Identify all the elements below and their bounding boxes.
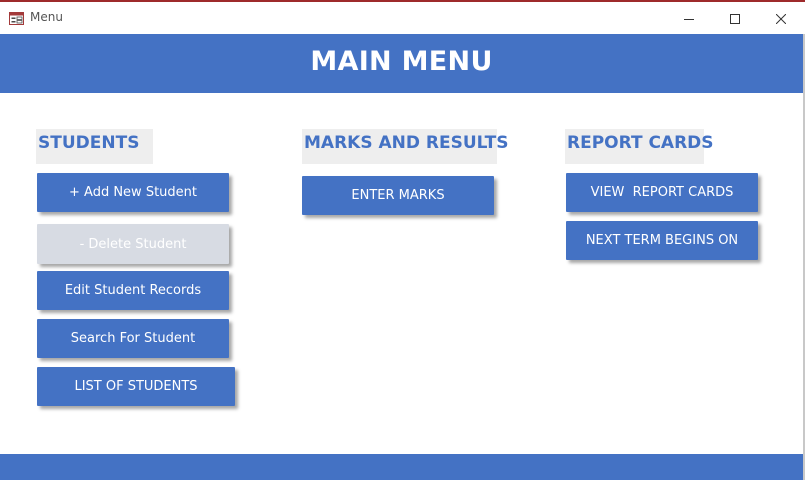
minimize-icon	[684, 19, 694, 20]
enter-marks-button[interactable]: ENTER MARKS	[302, 176, 494, 215]
footer-bar	[0, 454, 803, 480]
next-term-begins-on-button[interactable]: NEXT TERM BEGINS ON	[566, 221, 758, 260]
menu-window: Menu MAIN MENU STUDENTS + Add New Studen…	[0, 0, 805, 480]
window-title: Menu	[30, 10, 63, 24]
title-bar[interactable]: Menu	[0, 2, 805, 34]
close-button[interactable]	[758, 4, 804, 34]
search-for-student-button[interactable]: Search For Student	[37, 319, 229, 358]
delete-student-button[interactable]: - Delete Student	[37, 224, 229, 264]
view-report-cards-button[interactable]: VIEW REPORT CARDS	[566, 173, 758, 212]
main-menu-header: MAIN MENU	[0, 34, 803, 93]
edit-student-records-button[interactable]: Edit Student Records	[37, 271, 229, 310]
marks-and-results-heading: MARKS AND RESULTS	[302, 129, 509, 164]
close-icon	[776, 14, 786, 24]
add-new-student-button[interactable]: + Add New Student	[37, 173, 229, 212]
minimize-button[interactable]	[666, 4, 712, 34]
maximize-icon	[730, 14, 740, 24]
maximize-button[interactable]	[712, 4, 758, 34]
students-heading: STUDENTS	[36, 129, 153, 164]
list-of-students-button[interactable]: LIST OF STUDENTS	[37, 367, 235, 406]
form-icon	[9, 10, 24, 25]
page-title: MAIN MENU	[310, 46, 493, 77]
report-cards-heading: REPORT CARDS	[565, 129, 714, 164]
